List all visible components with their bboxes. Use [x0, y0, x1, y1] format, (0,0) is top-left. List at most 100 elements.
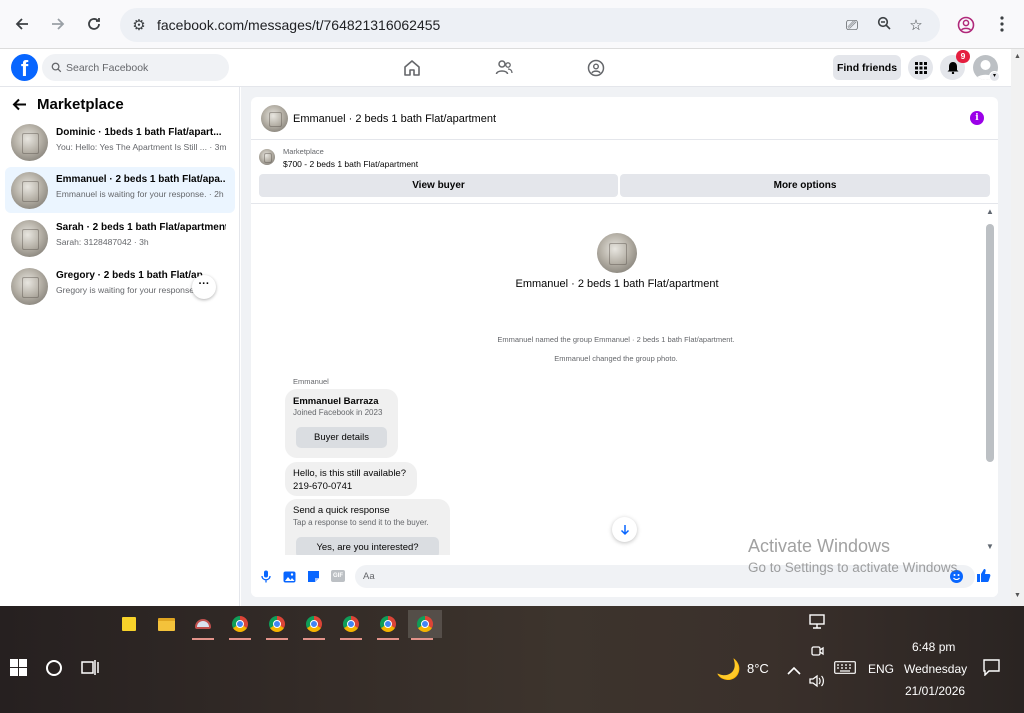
- system-message: Emmanuel changed the group photo.: [554, 354, 678, 363]
- activate-windows-subtitle: Go to Settings to activate Windows.: [748, 560, 962, 575]
- bookmark-star-icon[interactable]: ☆: [906, 16, 926, 36]
- network-icon[interactable]: [809, 614, 825, 635]
- browser-menu-icon[interactable]: [987, 8, 1017, 40]
- chrome-icon[interactable]: [337, 610, 365, 640]
- chevron-up-icon[interactable]: [787, 662, 801, 680]
- chat-avatar[interactable]: [261, 105, 288, 132]
- reload-icon[interactable]: [79, 8, 109, 40]
- task-view-icon[interactable]: [81, 659, 99, 681]
- conversation-avatar: [11, 172, 48, 209]
- chat-title[interactable]: Emmanuel · 2 beds 1 bath Flat/apartment: [293, 113, 496, 125]
- info-icon[interactable]: i: [970, 111, 984, 125]
- chat-scrollbar-thumb[interactable]: [986, 224, 994, 462]
- conversation-avatar: [11, 124, 48, 161]
- facebook-logo[interactable]: f: [11, 54, 38, 81]
- menu-grid-icon[interactable]: [908, 55, 933, 80]
- listing-title[interactable]: $700 - 2 beds 1 bath Flat/apartment: [283, 159, 418, 169]
- volume-icon[interactable]: [809, 674, 825, 693]
- buyer-name: Emmanuel Barraza: [293, 396, 379, 407]
- divider: [251, 203, 998, 204]
- more-options-button[interactable]: More options: [620, 174, 990, 197]
- file-explorer-icon[interactable]: [152, 610, 180, 638]
- group-photo: [597, 233, 637, 273]
- url-text: facebook.com/messages/t/764821316062455: [157, 17, 441, 33]
- friends-icon[interactable]: [495, 59, 513, 81]
- facebook-search-input[interactable]: Search Facebook: [42, 54, 229, 81]
- more-options-icon[interactable]: ···: [192, 275, 216, 299]
- buyer-details-button[interactable]: Buyer details: [296, 427, 387, 448]
- sticker-icon[interactable]: [307, 570, 320, 588]
- conversation-item-selected[interactable]: Emmanuel · 2 beds 1 bath Flat/apa... Emm…: [5, 167, 235, 213]
- conversation-item[interactable]: Dominic · 1beds 1 bath Flat/apart... You…: [5, 120, 235, 166]
- conversation-item[interactable]: Sarah · 2 beds 1 bath Flat/apartment Sar…: [5, 215, 235, 261]
- conversation-name: Sarah · 2 beds 1 bath Flat/apartment: [56, 222, 226, 233]
- page-scrollbar[interactable]: ▲ ▼: [1011, 49, 1024, 606]
- back-arrow-icon[interactable]: [7, 8, 37, 40]
- back-arrow-icon[interactable]: [12, 98, 27, 116]
- conversation-preview: Gregory is waiting for your response...: [56, 285, 196, 295]
- find-friends-button[interactable]: Find friends: [833, 55, 901, 80]
- account-chevron-down-icon[interactable]: ▾: [989, 71, 1000, 82]
- microphone-icon[interactable]: [261, 570, 271, 588]
- conversation-name: Gregory · 2 beds 1 bath Flat/ap...: [56, 270, 206, 281]
- listing-thumbnail: [259, 149, 275, 165]
- keyboard-icon[interactable]: [834, 661, 856, 679]
- clock-date[interactable]: 21/01/2026: [905, 684, 965, 698]
- chrome-icon[interactable]: [374, 610, 402, 640]
- notification-badge: 9: [956, 50, 970, 63]
- thumbs-up-icon[interactable]: [976, 568, 991, 588]
- input-language[interactable]: ENG: [868, 662, 894, 676]
- conversation-preview: Emmanuel is waiting for your response. ·…: [56, 189, 224, 199]
- chat-header: Emmanuel · 2 beds 1 bath Flat/apartment …: [251, 97, 998, 140]
- conversation-list-panel: Marketplace Dominic · 1beds 1 bath Flat/…: [0, 87, 240, 606]
- forward-arrow-icon[interactable]: [43, 8, 73, 40]
- conversation-preview: Sarah: 3128487042 · 3h: [56, 237, 149, 247]
- search-circle-icon[interactable]: [46, 660, 62, 676]
- clock-day[interactable]: Wednesday: [904, 662, 967, 676]
- listing-label: Marketplace: [283, 147, 324, 156]
- buyer-card-bubble: Emmanuel Barraza Joined Facebook in 2023…: [285, 389, 398, 458]
- message-input-placeholder: Aa: [363, 571, 375, 582]
- conversation-item[interactable]: Gregory · 2 beds 1 bath Flat/ap... Grego…: [5, 263, 235, 309]
- chrome-icon[interactable]: [226, 610, 254, 640]
- conversation-preview: You: Hello: Yes The Apartment Is Still .…: [56, 142, 226, 152]
- quick-response-subtitle: Tap a response to send it to the buyer.: [293, 518, 429, 527]
- chrome-icon-active[interactable]: [408, 610, 442, 640]
- profile-icon[interactable]: [951, 9, 981, 41]
- site-info-icon[interactable]: ⚙: [129, 16, 149, 36]
- message-text: 219-670-0741: [293, 481, 353, 492]
- notification-center-icon[interactable]: [983, 659, 1000, 681]
- photo-icon[interactable]: [283, 570, 296, 588]
- sticky-notes-icon[interactable]: [115, 610, 143, 638]
- message-text: Hello, is this still available?: [293, 468, 406, 479]
- chrome-icon[interactable]: [300, 610, 328, 640]
- weather-temperature[interactable]: 8°C: [747, 661, 769, 676]
- zoom-icon[interactable]: [874, 16, 894, 36]
- conversation-name: Dominic · 1beds 1 bath Flat/apart...: [56, 127, 222, 138]
- scroll-to-bottom-arrow-icon[interactable]: [612, 517, 637, 542]
- gif-icon[interactable]: GIF: [331, 570, 345, 582]
- conversation-avatar: [11, 268, 48, 305]
- meet-now-icon[interactable]: [811, 644, 824, 663]
- windows-start-icon[interactable]: [10, 659, 27, 681]
- install-app-icon[interactable]: ⎚: [842, 16, 862, 36]
- view-buyer-button[interactable]: View buyer: [259, 174, 618, 197]
- snipping-tool-icon[interactable]: [189, 610, 217, 640]
- groups-icon[interactable]: [587, 59, 605, 82]
- clock-time[interactable]: 6:48 pm: [912, 640, 955, 654]
- browser-toolbar: ⚙ facebook.com/messages/t/76482131606245…: [0, 0, 1024, 49]
- quick-response-title: Send a quick response: [293, 505, 390, 516]
- weather-moon-icon[interactable]: 🌙: [716, 657, 741, 682]
- home-icon[interactable]: [403, 59, 421, 81]
- chat-window: Emmanuel · 2 beds 1 bath Flat/apartment …: [251, 97, 998, 597]
- conversation-avatar: [11, 220, 48, 257]
- conversation-name: Emmanuel · 2 beds 1 bath Flat/apa...: [56, 174, 226, 185]
- panel-title: Marketplace: [37, 96, 124, 113]
- activate-windows-title: Activate Windows: [748, 536, 891, 556]
- address-bar[interactable]: ⚙ facebook.com/messages/t/76482131606245…: [120, 8, 940, 42]
- message-bubble: Hello, is this still available? 219-670-…: [285, 462, 417, 496]
- buyer-joined: Joined Facebook in 2023: [293, 408, 383, 417]
- system-message: Emmanuel named the group Emmanuel · 2 be…: [497, 335, 735, 344]
- sender-name: Emmanuel: [293, 377, 329, 386]
- chrome-icon[interactable]: [263, 610, 291, 640]
